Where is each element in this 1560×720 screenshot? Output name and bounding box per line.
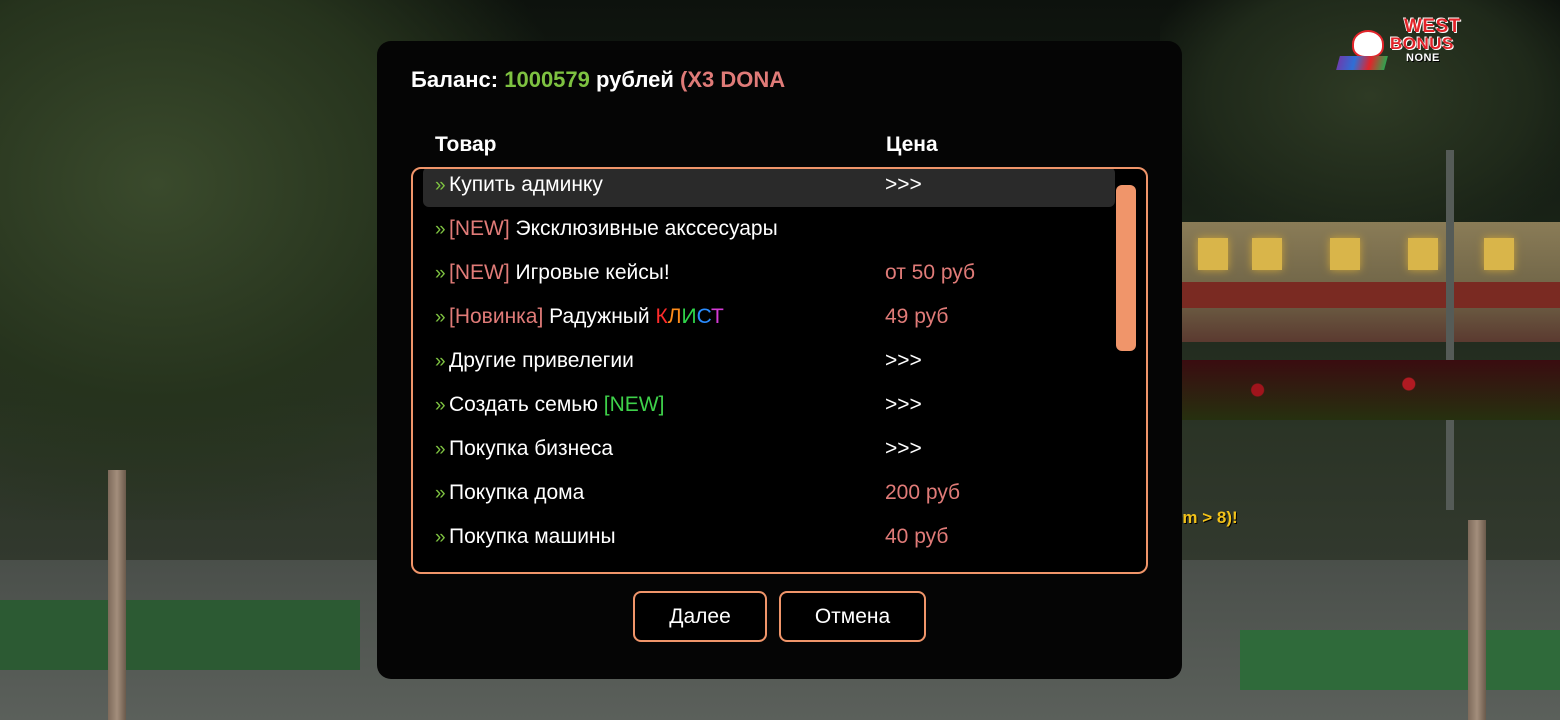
balance-amount: 1000579 [504,67,590,92]
balance-currency: рублей [596,67,674,92]
building-window [1484,238,1514,270]
item-label: Игровые кейсы! [515,261,670,284]
donate-shop-dialog: Баланс: 1000579 рублей (X3 DONA Товар Це… [377,41,1182,679]
rainbow-letter: К [655,305,668,328]
next-button[interactable]: Далее [633,591,767,642]
item-price: от 50 руб [885,261,976,284]
list-item-buy-business[interactable]: » Покупка бизнеса >>> [423,431,1115,471]
flower-bed [1182,360,1560,420]
cancel-button[interactable]: Отмена [779,591,926,642]
bullet-icon: » [435,307,446,328]
shop-list: » Купить админку >>> » [NEW] Эксклюзивны… [411,167,1148,574]
item-label: Другие привелегии [449,349,634,372]
item-label: Купить админку [449,173,603,196]
building-awning [1182,282,1560,308]
item-tag: [Новинка] [449,305,544,328]
rainbow-letter: Т [711,305,724,328]
logo-mascot-icon [1352,30,1384,58]
bullet-icon: » [435,439,446,460]
item-tag: [NEW] [449,261,510,284]
rainbow-letter: С [696,305,712,328]
item-label: Покупка бизнеса [449,437,614,460]
palm-trunk [1468,520,1486,720]
item-label: Создать семью [449,393,598,416]
bullet-icon: » [435,395,446,416]
item-tag: [NEW] [603,393,665,416]
building-window [1408,238,1438,270]
west-bonus-logo: WEST BONUS NONE [1336,16,1468,74]
rainbow-letter: И [681,305,697,328]
column-header-item: Товар [435,133,497,156]
list-item-create-family[interactable]: » Создать семью [NEW] >>> [423,387,1115,427]
item-label: Покупка дома [449,481,585,504]
list-item-accessories[interactable]: » [NEW] Эксклюзивные акссесуары [423,211,1115,251]
building-window [1198,238,1228,270]
building-window [1330,238,1360,270]
item-price: 200 руб [885,481,961,504]
balance-label: Баланс: [411,67,499,92]
bullet-icon: » [435,175,446,196]
bullet-icon: » [435,351,446,372]
balance-line: Баланс: 1000579 рублей (X3 DONA [411,67,785,93]
logo-stack-icon [1336,56,1388,70]
column-header-price: Цена [886,133,938,156]
street-lamp [1446,150,1454,510]
item-price: >>> [885,393,922,416]
hedge-right [1240,630,1560,690]
list-item-buy-house[interactable]: » Покупка дома 200 руб [423,475,1115,515]
list-item-other-privileges[interactable]: » Другие привелегии >>> [423,343,1115,383]
item-label: Радужный [549,305,650,328]
rainbow-letter: Л [667,305,682,328]
rainbow-word: КЛИСТ [655,305,723,328]
item-label: Эксклюзивные акссесуары [515,217,778,240]
bullet-icon: » [435,219,446,240]
item-label: Покупка машины [449,525,616,548]
list-scrollbar[interactable] [1116,185,1136,351]
balance-note: (X3 DONA [680,67,786,92]
logo-text-none: NONE [1406,52,1440,64]
item-price: 49 руб [885,305,949,328]
item-price: >>> [885,437,922,460]
item-label-group: [Новинка] Радужный КЛИСТ [449,305,724,329]
building-window [1252,238,1282,270]
list-item-rainbow-klist[interactable]: » [Новинка] Радужный КЛИСТ 49 руб [423,299,1115,339]
palm-trunk [108,470,126,720]
item-price: >>> [885,173,922,196]
item-label-group: Создать семью [NEW] [449,393,664,417]
bullet-icon: » [435,483,446,504]
hedge-left [0,600,360,670]
item-price: >>> [885,349,922,372]
list-item-buy-admin[interactable]: » Купить админку >>> [423,169,1115,207]
bullet-icon: » [435,527,446,548]
bullet-icon: » [435,263,446,284]
item-tag: [NEW] [449,217,510,240]
list-item-buy-car[interactable]: » Покупка машины 40 руб [423,519,1115,559]
item-label-group: [NEW] Игровые кейсы! [449,261,670,285]
logo-text-bonus: BONUS [1390,34,1454,53]
list-item-cases[interactable]: » [NEW] Игровые кейсы! от 50 руб [423,255,1115,295]
item-price: 40 руб [885,525,949,548]
item-label-group: [NEW] Эксклюзивные акссесуары [449,217,778,241]
